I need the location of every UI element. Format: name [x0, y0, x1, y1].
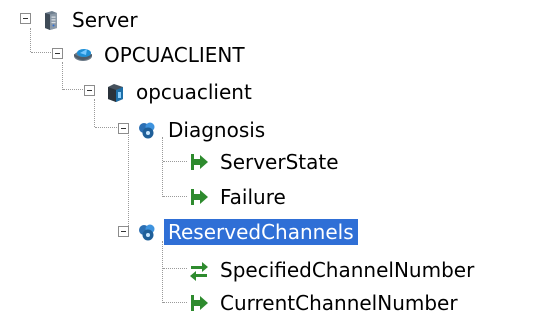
tree-connector: [163, 196, 187, 197]
collapse-toggle-opcuaclient-lower[interactable]: [84, 85, 95, 96]
tree-node-diagnosis[interactable]: Diagnosis: [136, 115, 269, 145]
tree-connector: [94, 99, 95, 127]
tree-connector: [162, 241, 163, 303]
bidirectional-arrow-icon: [188, 259, 210, 281]
channel-group-icon: [136, 119, 158, 141]
tree-connector: [163, 268, 187, 269]
tree-node-label: CurrentChannelNumber: [220, 291, 458, 315]
tree-node-currentchannelnumber[interactable]: CurrentChannelNumber: [188, 288, 462, 318]
server-icon: [40, 9, 62, 31]
tree-node-label: ServerState: [220, 150, 339, 174]
collapse-toggle-server[interactable]: [20, 13, 31, 24]
channel-group-icon: [136, 221, 158, 243]
arrow-right-icon: [188, 186, 210, 208]
tree-node-label: Diagnosis: [168, 118, 266, 142]
arrow-right-icon: [188, 292, 210, 314]
collapse-toggle-opcuaclient-upper[interactable]: [52, 48, 63, 59]
tree-node-opcuaclient-lower[interactable]: opcuaclient: [104, 77, 256, 107]
tree-node-label: SpecifiedChannelNumber: [220, 258, 475, 282]
tree-node-opcuaclient-upper[interactable]: OPCUACLIENT: [72, 40, 249, 70]
tree-node-failure[interactable]: Failure: [188, 182, 290, 212]
tree-connector: [163, 161, 187, 162]
tree-node-label: Server: [72, 8, 138, 32]
tree-node-label: ReservedChannels: [164, 219, 358, 245]
tree-node-reservedchannels[interactable]: ReservedChannels: [136, 217, 358, 247]
tree-view: Server OPCUACLIENT opcuaclient Diagnosis…: [0, 0, 547, 320]
tree-node-specifiedchannelnumber[interactable]: SpecifiedChannelNumber: [188, 255, 478, 285]
tree-connector: [162, 137, 163, 197]
tree-connector: [30, 28, 31, 52]
device-icon: [104, 81, 126, 103]
collapse-toggle-reservedchannels[interactable]: [118, 226, 129, 237]
tree-node-label: Failure: [220, 185, 286, 209]
tree-connector: [62, 62, 63, 90]
arrow-right-icon: [188, 151, 210, 173]
tree-connector: [163, 302, 187, 303]
tree-node-serverstate[interactable]: ServerState: [188, 147, 343, 177]
tree-connector: [31, 52, 53, 53]
tree-node-server[interactable]: Server: [40, 5, 142, 35]
connection-icon: [72, 44, 94, 66]
tree-node-label: OPCUACLIENT: [104, 43, 245, 67]
tree-connector: [128, 133, 129, 230]
collapse-toggle-diagnosis[interactable]: [118, 123, 129, 134]
tree-node-label: opcuaclient: [136, 80, 252, 104]
tree-connector: [95, 127, 119, 128]
